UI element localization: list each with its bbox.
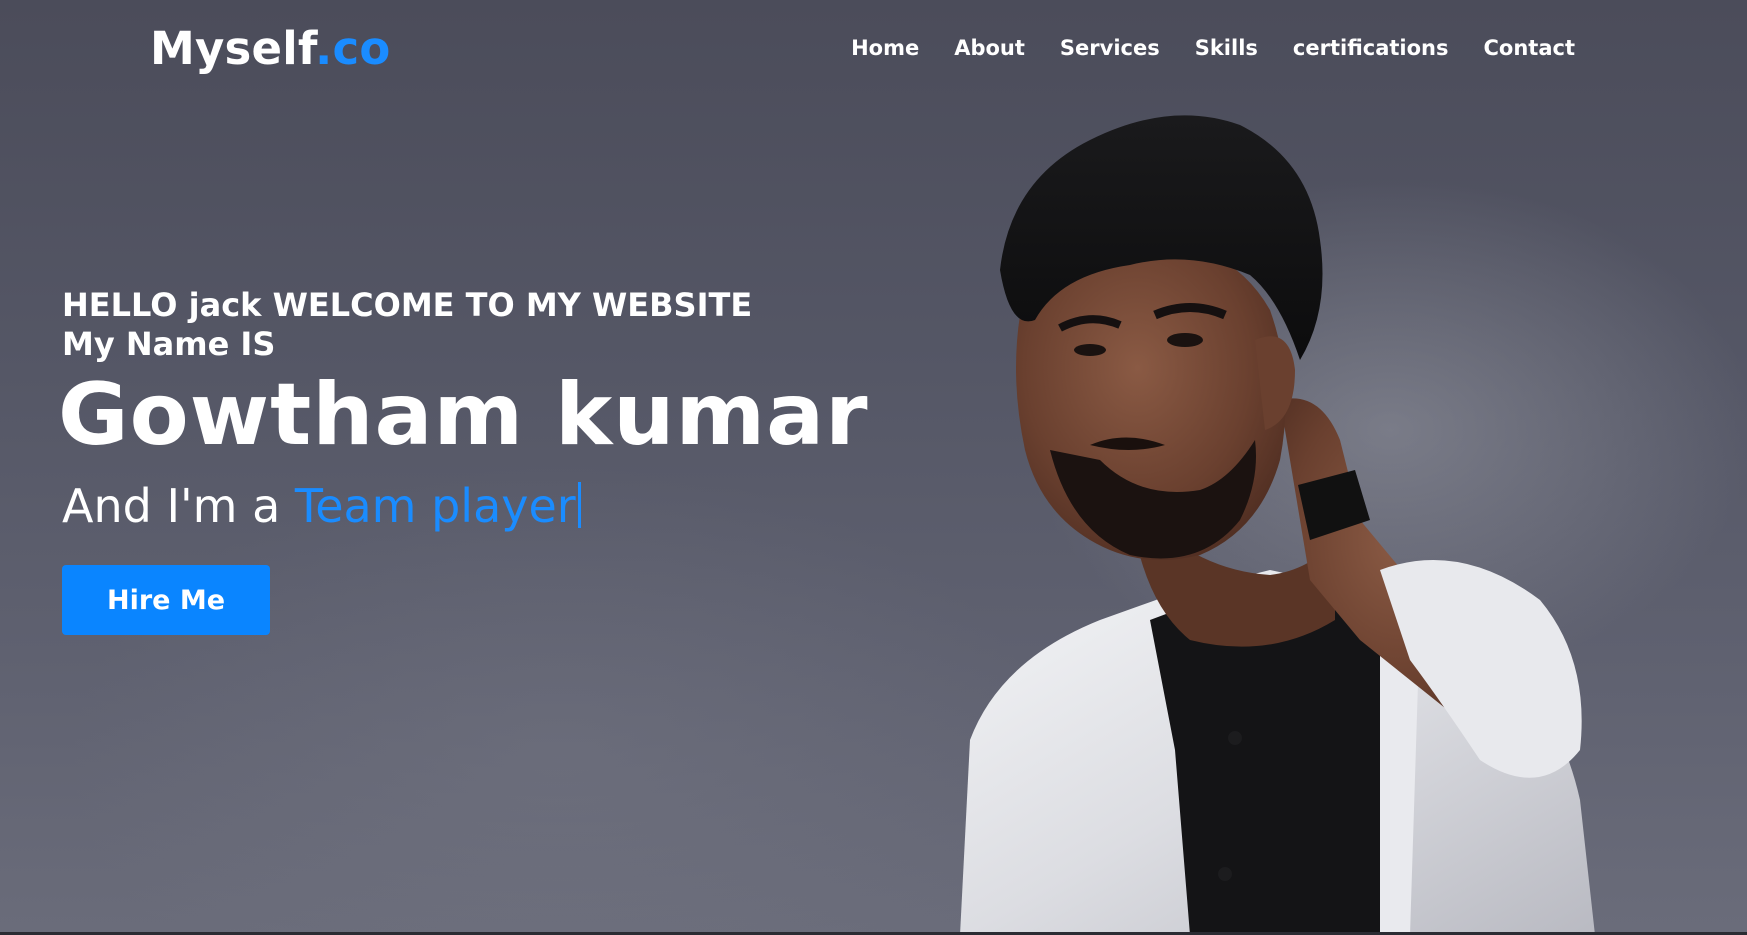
hero-tagline: And I'm a Team player	[62, 478, 581, 534]
nav-item-skills[interactable]: Skills	[1195, 36, 1258, 60]
typing-cursor	[577, 482, 581, 528]
nav-item-services[interactable]: Services	[1060, 36, 1160, 60]
brand-logo[interactable]: Myself.co	[150, 22, 390, 75]
greeting-line-2: My Name IS	[62, 325, 276, 363]
nav-item-home[interactable]: Home	[851, 36, 919, 60]
nav-item-certifications[interactable]: certifications	[1293, 36, 1449, 60]
greeting: HELLO jack WELCOME TO MY WEBSITE My Name…	[62, 286, 752, 364]
portrait-photo	[960, 115, 1595, 935]
nav-item-about[interactable]: About	[954, 36, 1025, 60]
main-nav: Home About Services Skills certification…	[851, 36, 1575, 60]
tagline-role: Team player	[294, 479, 576, 533]
brand-accent: .co	[315, 22, 391, 75]
tagline-prefix: And I'm a	[62, 479, 295, 533]
nav-item-contact[interactable]: Contact	[1484, 36, 1576, 60]
greeting-line-1: HELLO jack WELCOME TO MY WEBSITE	[62, 286, 753, 324]
hire-me-button[interactable]: Hire Me	[62, 565, 270, 635]
brand-name: Myself	[150, 22, 316, 75]
hero-name: Gowtham kumar	[58, 365, 869, 465]
